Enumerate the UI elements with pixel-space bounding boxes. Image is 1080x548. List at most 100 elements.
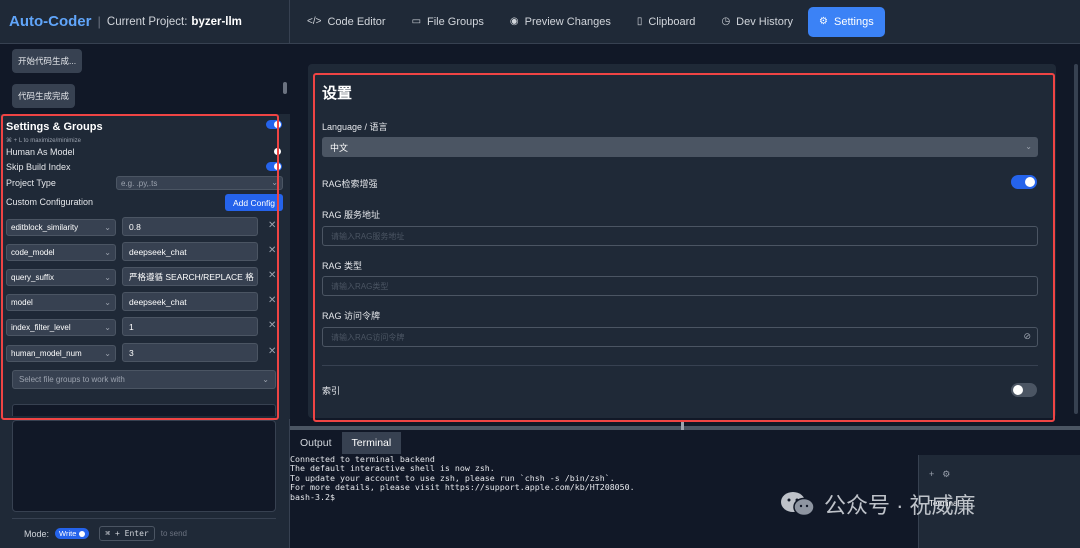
section-divider bbox=[322, 365, 1038, 366]
chat-input-area[interactable] bbox=[12, 420, 276, 512]
tab-label: Preview Changes bbox=[524, 15, 611, 28]
chat-messages: 开始代码生成... 代码生成完成 bbox=[0, 44, 290, 116]
config-key: model bbox=[11, 298, 33, 307]
tab-output[interactable]: Output bbox=[290, 432, 342, 454]
bottom-tabs: Output Terminal bbox=[290, 432, 402, 454]
main-tabs: </> Code Editor ▭ File Groups ◉ Preview Cha… bbox=[290, 0, 1080, 44]
tab-label: Clipboard bbox=[648, 15, 696, 28]
human-as-model-label: Human As Model bbox=[6, 147, 75, 157]
project-name: byzer-llm bbox=[191, 15, 242, 28]
file-groups-select[interactable]: Select file groups to work with ⌄ bbox=[12, 370, 276, 389]
settings-title: 设置 bbox=[322, 85, 353, 102]
rag-token-input[interactable]: 请输入RAG访问令牌 ⊘ bbox=[322, 327, 1038, 347]
mode-value: Write bbox=[59, 529, 77, 538]
language-value: 中文 bbox=[330, 142, 349, 153]
config-key: editblock_similarity bbox=[11, 223, 79, 232]
eye-icon: ◉ bbox=[509, 16, 519, 27]
config-value-input[interactable]: 3 bbox=[122, 343, 258, 362]
chevron-down-icon: ⌄ bbox=[104, 247, 111, 257]
chevron-down-icon: ⌄ bbox=[271, 178, 278, 188]
plus-icon[interactable]: + bbox=[929, 469, 934, 480]
watermark-text: 公众号 · 祝威廉 bbox=[824, 493, 976, 518]
chevron-down-icon: ⌄ bbox=[104, 272, 111, 282]
gear-icon: ⚙ bbox=[819, 16, 828, 27]
send-shortcut: ⌘ + Enter bbox=[99, 526, 155, 541]
tab-settings[interactable]: ⚙ Settings bbox=[808, 6, 885, 37]
config-key: code_model bbox=[11, 248, 55, 257]
config-value-input[interactable]: 0.8 bbox=[122, 217, 258, 236]
rag-enhance-toggle[interactable] bbox=[1011, 175, 1037, 189]
settings-panel-toggle[interactable] bbox=[266, 120, 282, 129]
remove-config-icon[interactable]: ✕ bbox=[268, 295, 276, 306]
app-name: Auto-Coder bbox=[9, 13, 92, 30]
settings-groups-panel: Settings & Groups ⌘ + L to maximize/mini… bbox=[0, 114, 290, 419]
config-key: human_model_num bbox=[11, 349, 82, 358]
config-key-select[interactable]: code_model ⌄ bbox=[6, 244, 116, 261]
file-groups-placeholder: Select file groups to work with bbox=[19, 375, 125, 384]
rag-token-label: RAG 访问令牌 bbox=[322, 311, 381, 321]
config-value-input[interactable]: deepseek_chat bbox=[122, 242, 258, 261]
watermark: 公众号 · 祝威廉 bbox=[780, 488, 976, 520]
tab-label: Dev History bbox=[736, 15, 794, 28]
tab-code-editor[interactable]: </> Code Editor bbox=[296, 7, 397, 37]
config-key-select[interactable]: query_suffix ⌄ bbox=[6, 269, 116, 286]
config-key: index_filter_level bbox=[11, 323, 71, 332]
language-select[interactable]: 中文 ⌄ bbox=[322, 137, 1038, 157]
remove-config-icon[interactable]: ✕ bbox=[268, 270, 276, 281]
tab-label: File Groups bbox=[427, 15, 484, 28]
custom-config-label: Custom Configuration bbox=[6, 197, 94, 207]
rag-type-input[interactable]: 请输入RAG类型 bbox=[322, 276, 1038, 296]
tab-label: Settings bbox=[833, 15, 874, 28]
clipboard-icon: ▯ bbox=[636, 16, 643, 27]
settings-panel-title: Settings & Groups bbox=[6, 121, 103, 133]
maximize-hint: ⌘ + L to maximize/minimize bbox=[6, 138, 81, 144]
chevron-down-icon: ⌄ bbox=[1025, 142, 1032, 152]
mode-label: Mode: bbox=[24, 528, 50, 539]
index-toggle[interactable] bbox=[1011, 383, 1037, 397]
project-type-placeholder: e.g. .py,.ts bbox=[121, 178, 158, 188]
tab-clipboard[interactable]: ▯ Clipboard bbox=[626, 7, 707, 37]
remove-config-icon[interactable]: ✕ bbox=[268, 220, 276, 231]
rag-url-label: RAG 服务地址 bbox=[322, 210, 381, 220]
config-value-input[interactable]: deepseek_chat bbox=[122, 292, 258, 311]
tab-preview-changes[interactable]: ◉ Preview Changes bbox=[499, 7, 622, 37]
chevron-down-icon: ⌄ bbox=[262, 374, 269, 384]
remove-config-icon[interactable]: ✕ bbox=[268, 346, 276, 357]
mode-toggle[interactable]: Write bbox=[55, 528, 90, 539]
config-key-select[interactable]: editblock_similarity ⌄ bbox=[6, 219, 116, 236]
chevron-down-icon: ⌄ bbox=[104, 348, 111, 358]
project-type-select[interactable]: e.g. .py,.ts ⌄ bbox=[116, 176, 283, 190]
add-config-button[interactable]: Add Config bbox=[225, 194, 283, 211]
config-value-input[interactable]: 1 bbox=[122, 317, 258, 336]
remove-config-icon[interactable]: ✕ bbox=[268, 245, 276, 256]
chevron-down-icon: ⌄ bbox=[104, 222, 111, 232]
project-label: Current Project: bbox=[106, 15, 188, 28]
skip-build-index-toggle[interactable] bbox=[266, 162, 282, 171]
clock-icon: ◷ bbox=[721, 16, 731, 27]
main-scrollbar[interactable] bbox=[1074, 64, 1078, 414]
file-groups-list bbox=[12, 404, 276, 416]
config-key-select[interactable]: human_model_num ⌄ bbox=[6, 345, 116, 362]
rag-enhance-label: RAG检索增强 bbox=[322, 179, 378, 189]
eye-off-icon[interactable]: ⊘ bbox=[1023, 331, 1031, 342]
tab-file-groups[interactable]: ▭ File Groups bbox=[401, 7, 495, 37]
rag-url-input[interactable]: 请输入RAG服务地址 bbox=[322, 226, 1038, 246]
tab-dev-history[interactable]: ◷ Dev History bbox=[710, 7, 804, 37]
send-hint: to send bbox=[160, 529, 187, 538]
rag-type-label: RAG 类型 bbox=[322, 261, 363, 271]
tab-label: Code Editor bbox=[327, 15, 386, 28]
sidebar-scrollbar[interactable] bbox=[283, 82, 287, 94]
config-value-input[interactable]: 严格遵循 SEARCH/REPLACE 格 bbox=[122, 267, 258, 286]
gear-icon[interactable]: ⚙ bbox=[942, 469, 950, 480]
index-label: 索引 bbox=[322, 386, 341, 396]
config-key: query_suffix bbox=[11, 273, 54, 282]
folder-icon: ▭ bbox=[411, 16, 422, 27]
config-key-select[interactable]: index_filter_level ⌄ bbox=[6, 319, 116, 336]
project-type-label: Project Type bbox=[6, 178, 56, 188]
human-as-model-toggle[interactable] bbox=[266, 147, 282, 156]
tab-terminal[interactable]: Terminal bbox=[341, 432, 402, 454]
brand-separator: | bbox=[97, 14, 101, 29]
remove-config-icon[interactable]: ✕ bbox=[268, 320, 276, 331]
rag-token-placeholder: 请输入RAG访问令牌 bbox=[331, 332, 405, 342]
config-key-select[interactable]: model ⌄ bbox=[6, 294, 116, 311]
